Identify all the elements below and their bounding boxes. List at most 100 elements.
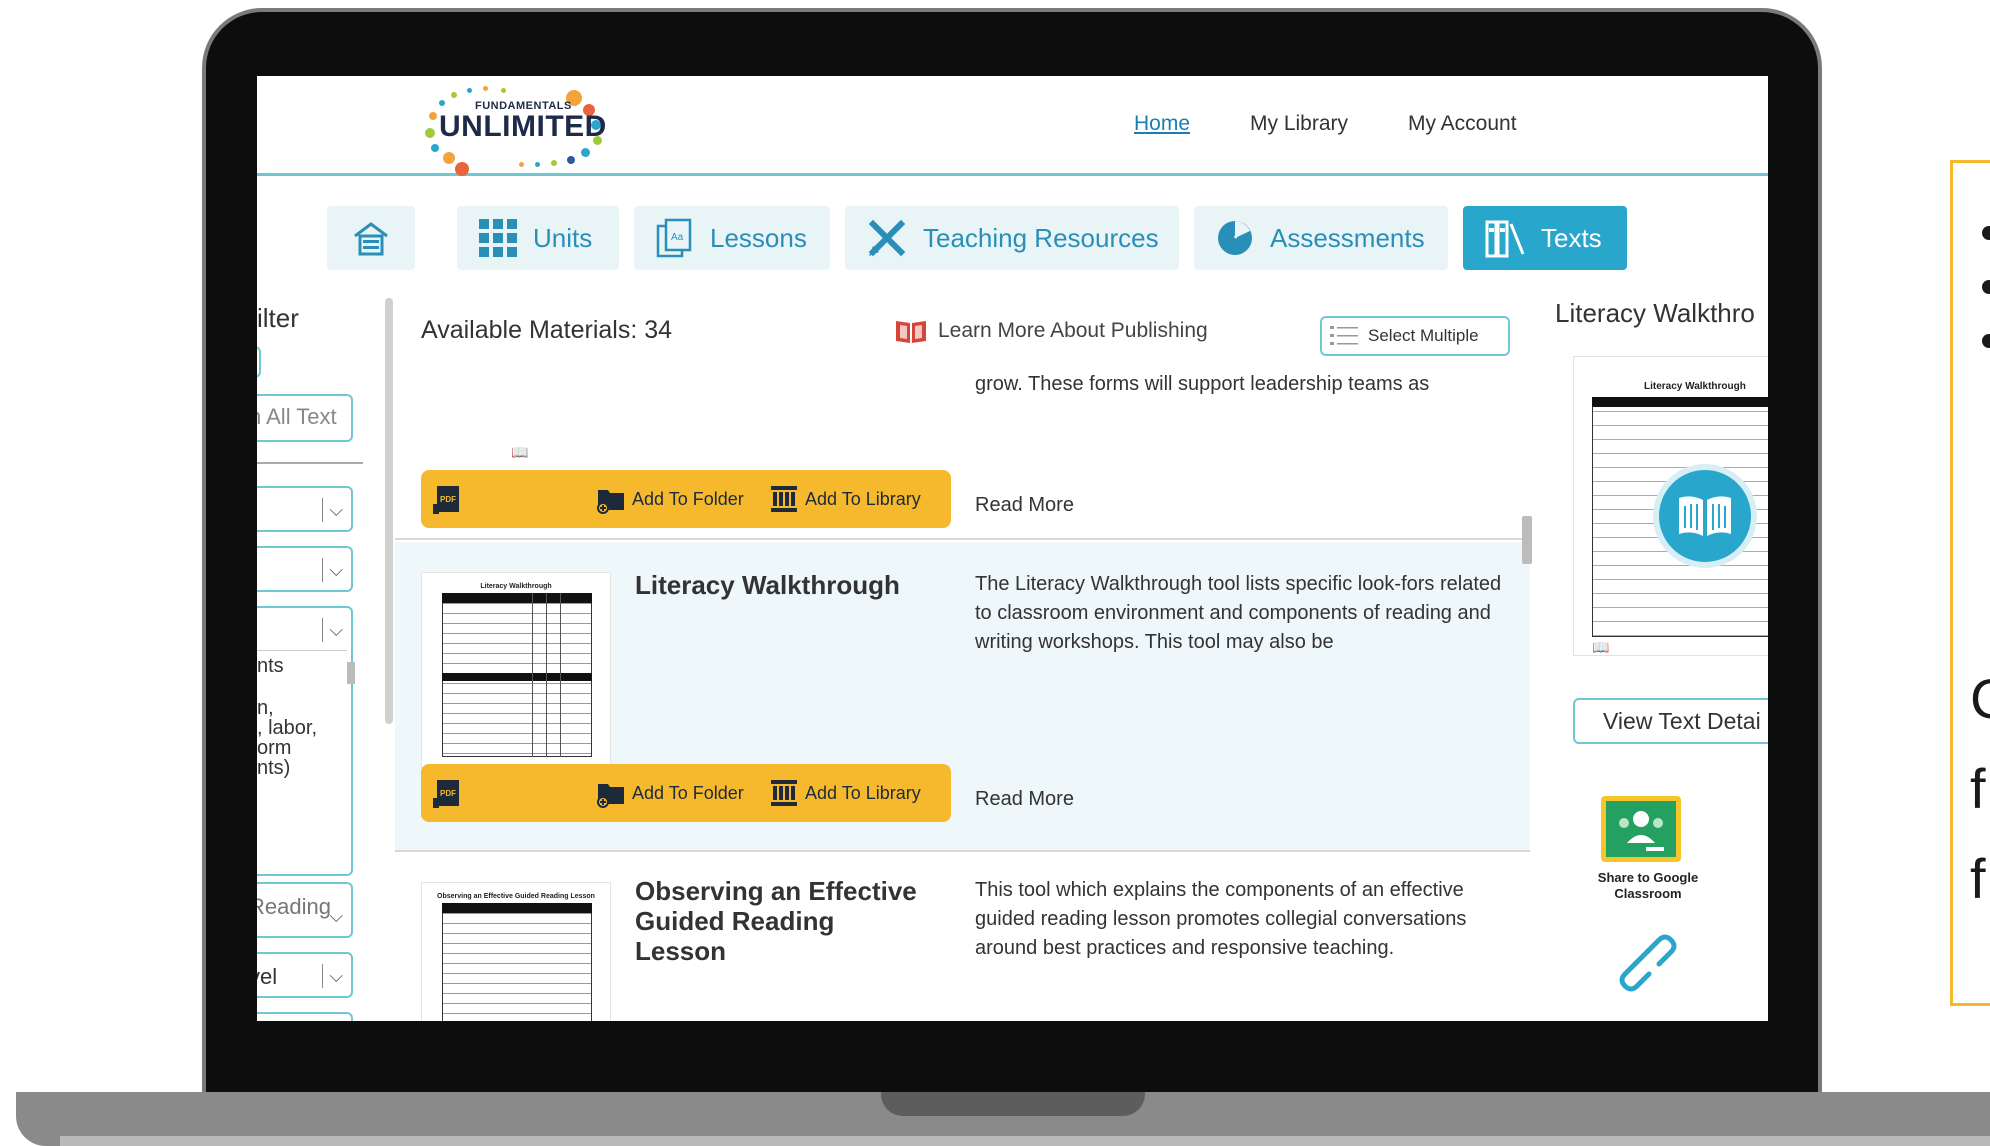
detail-thumbnail-table-header: [1592, 397, 1768, 407]
list-item: Observing an Effective Guided Reading Le…: [395, 854, 1530, 1021]
fundamentals-unlimited-logo[interactable]: FUNDAMENTALS UNLIMITED: [421, 82, 611, 176]
item-thumbnail[interactable]: Literacy Walkthrough: [421, 572, 611, 768]
list-item: Literacy Walkthrough Literacy Walkthroug…: [395, 542, 1530, 852]
logo-wordmark: UNLIMITED: [439, 110, 607, 143]
tab-lessons[interactable]: Aa Lessons: [634, 206, 830, 270]
available-materials-count: Available Materials: 34: [421, 316, 673, 344]
item-action-bar: PDF Add To Folder Add To Library: [421, 764, 951, 822]
thumbnail-table: [442, 903, 592, 1021]
list-icon: [1330, 326, 1358, 345]
tab-lessons-label: Lessons: [710, 222, 807, 253]
add-to-library-button[interactable]: Add To Library: [769, 778, 921, 808]
select-multiple-button[interactable]: Select Multiple: [1320, 316, 1510, 356]
facet-text-3: , labor,: [257, 717, 318, 739]
tab-units-label: Units: [533, 222, 593, 253]
learn-more-label: Learn More About Publishing: [938, 319, 1208, 342]
filter-list-scrollbar[interactable]: [347, 662, 355, 684]
add-to-folder-label: Add To Folder: [632, 782, 744, 803]
thumbnail-table-band: [442, 673, 592, 681]
content-scrollbar[interactable]: [1522, 516, 1532, 564]
callout-bullet: [1982, 334, 1990, 348]
callout-text-2: f: [1970, 757, 1986, 820]
item-thumbnail[interactable]: 📖: [421, 366, 611, 470]
chevron-down-icon: ⌵: [329, 906, 343, 926]
item-action-bar: PDF Add To Folder Add To Library: [421, 470, 951, 528]
filter-scrollbar[interactable]: [385, 298, 393, 724]
learn-more-publishing-link[interactable]: Learn More About Publishing: [894, 317, 1208, 345]
link-icon[interactable]: [1607, 922, 1677, 992]
filter-level-label: vel: [257, 964, 278, 989]
read-more-link[interactable]: Read More: [975, 788, 1074, 811]
detail-thumbnail-doc-title: Literacy Walkthrough: [1644, 381, 1746, 392]
tab-assessments[interactable]: Assessments: [1194, 206, 1448, 270]
add-to-folder-button[interactable]: Add To Folder: [596, 778, 744, 808]
tab-texts-label: Texts: [1541, 222, 1602, 253]
site-header: FUNDAMENTALS UNLIMITED Home My Library M…: [257, 76, 1768, 176]
svg-text:Aa: Aa: [671, 232, 684, 243]
item-description: The Literacy Walkthrough tool lists spec…: [975, 573, 1502, 653]
google-classroom-icon[interactable]: [1601, 796, 1681, 862]
item-thumbnail[interactable]: Observing an Effective Guided Reading Le…: [421, 882, 611, 1021]
read-more-link[interactable]: Read More: [975, 494, 1074, 517]
filter-list-divider: [257, 650, 347, 651]
open-book-badge-icon: [1653, 464, 1757, 568]
search-all-text-button[interactable]: n All Text: [257, 394, 353, 442]
add-to-folder-button[interactable]: Add To Folder: [596, 484, 744, 514]
view-text-details-button[interactable]: View Text Detai: [1573, 698, 1768, 744]
item-title[interactable]: Observing an Effective Guided Reading Le…: [635, 876, 925, 966]
filter-title: ilter: [257, 303, 299, 333]
nav-my-account-link[interactable]: My Account: [1408, 112, 1517, 136]
book-mini-icon: 📖: [1592, 639, 1610, 655]
book-mini-icon: 📖: [511, 444, 529, 460]
add-to-library-label: Add To Library: [805, 488, 921, 509]
select-multiple-label: Select Multiple: [1368, 326, 1479, 345]
detail-panel-title: Literacy Walkthro: [1555, 298, 1755, 328]
tab-assessments-label: Assessments: [1270, 222, 1425, 253]
thumbnail-rule: [560, 593, 561, 757]
filter-select-2[interactable]: ⌵: [257, 546, 353, 592]
filter-select-1[interactable]: ⌵: [257, 486, 353, 532]
nav-my-library-link[interactable]: My Library: [1250, 112, 1348, 136]
add-to-library-button[interactable]: Add To Library: [769, 484, 921, 514]
tab-teaching-resources-label: Teaching Resources: [923, 222, 1159, 253]
callout-bullet: [1982, 280, 1990, 294]
add-to-folder-label: Add To Folder: [632, 488, 744, 509]
svg-text:PDF: PDF: [440, 495, 456, 504]
chevron-down-icon: ⌵: [322, 964, 343, 988]
pie-icon: [1218, 221, 1252, 255]
callout-text-1: C: [1970, 666, 1990, 731]
facet-text-5: nts): [257, 757, 291, 779]
search-all-text-label: n All Text: [257, 404, 337, 429]
home-icon: [354, 222, 388, 256]
callout-bullet: [1982, 226, 1990, 240]
thumbnail-rule: [532, 593, 533, 757]
tab-texts[interactable]: Texts: [1463, 206, 1627, 270]
tab-home[interactable]: [327, 206, 415, 270]
tab-teaching-resources[interactable]: Teaching Resources: [845, 206, 1179, 270]
materials-list: 📖 grow. These forms will support leaders…: [395, 366, 1530, 1021]
item-description: This tool which explains the components …: [975, 879, 1467, 959]
laptop-base-shadow: [60, 1136, 1990, 1146]
share-google-classroom-label[interactable]: Share to Google Classroom: [1585, 870, 1711, 902]
folder-add-icon: [597, 490, 624, 514]
filter-keyword-input[interactable]: [257, 346, 261, 378]
facet-text-1: nts: [257, 655, 284, 677]
add-to-library-label: Add To Library: [805, 782, 921, 803]
pdf-icon[interactable]: PDF: [433, 484, 463, 516]
books-icon: [1485, 220, 1525, 258]
slide: FUNDAMENTALS UNLIMITED Home My Library M…: [0, 0, 1990, 1146]
thumbnail-table-header: [442, 903, 592, 913]
filter-level-select[interactable]: vel ⌵: [257, 952, 353, 998]
thumbnail-table-header: [442, 593, 592, 603]
item-title[interactable]: Literacy Walkthrough: [635, 570, 925, 600]
pdf-icon[interactable]: PDF: [433, 778, 463, 810]
facet-text-2: n,: [257, 697, 274, 719]
svg-text:PDF: PDF: [440, 789, 456, 798]
tab-units[interactable]: Units: [457, 206, 619, 270]
filter-reading-select[interactable]: Reading ⌵: [257, 882, 353, 938]
filter-select-bottom[interactable]: [257, 1012, 353, 1021]
facet-text-4: orm: [257, 737, 292, 759]
item-description: grow. These forms will support leadershi…: [975, 373, 1430, 395]
nav-home-link[interactable]: Home: [1134, 112, 1190, 136]
open-book-icon: [896, 321, 926, 343]
